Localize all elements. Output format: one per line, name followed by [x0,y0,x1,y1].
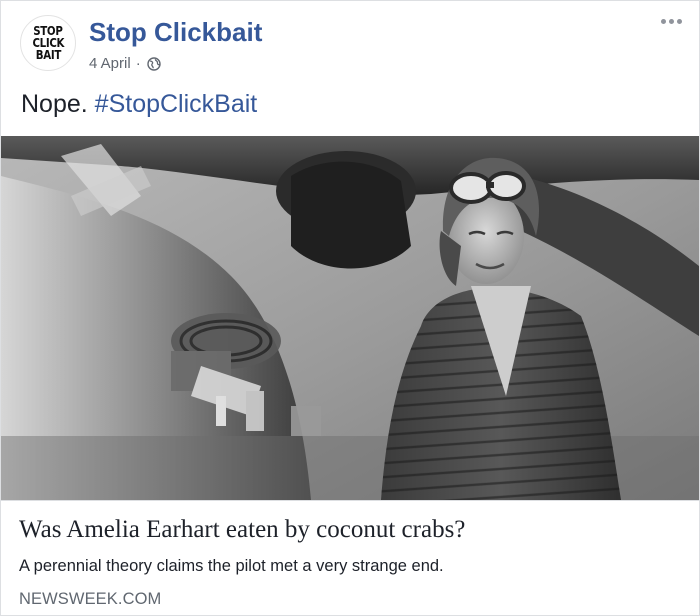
dot-3 [676,18,682,24]
link-title[interactable]: Was Amelia Earhart eaten by coconut crab… [19,514,465,546]
post-message-text: Nope. [21,90,95,118]
avatar-line-3: BAIT [35,47,61,62]
dot-2 [668,18,674,24]
link-preview-image[interactable] [1,136,699,500]
photo-illustration [1,136,699,500]
dot-1 [660,18,666,24]
post-message: Nope. #StopClickBait [21,88,257,120]
hashtag-link[interactable]: #StopClickBait [95,90,258,118]
post-date[interactable]: 4 April [89,54,131,74]
post-header: STOP CLICK BAIT Stop Clickbait 4 April · [1,1,699,85]
more-options-icon[interactable] [657,11,685,31]
link-source-domain: NEWSWEEK.COM [19,590,162,608]
page-name-link[interactable]: Stop Clickbait [89,16,262,48]
post-meta: 4 April · [89,54,161,74]
link-description: A perennial theory claims the pilot met … [19,557,444,575]
globe-icon[interactable] [147,57,161,71]
link-preview-card[interactable]: Was Amelia Earhart eaten by coconut crab… [1,500,699,615]
meta-separator: · [135,55,141,72]
page-avatar[interactable]: STOP CLICK BAIT [20,15,76,71]
facebook-post: STOP CLICK BAIT Stop Clickbait 4 April ·… [0,0,700,616]
